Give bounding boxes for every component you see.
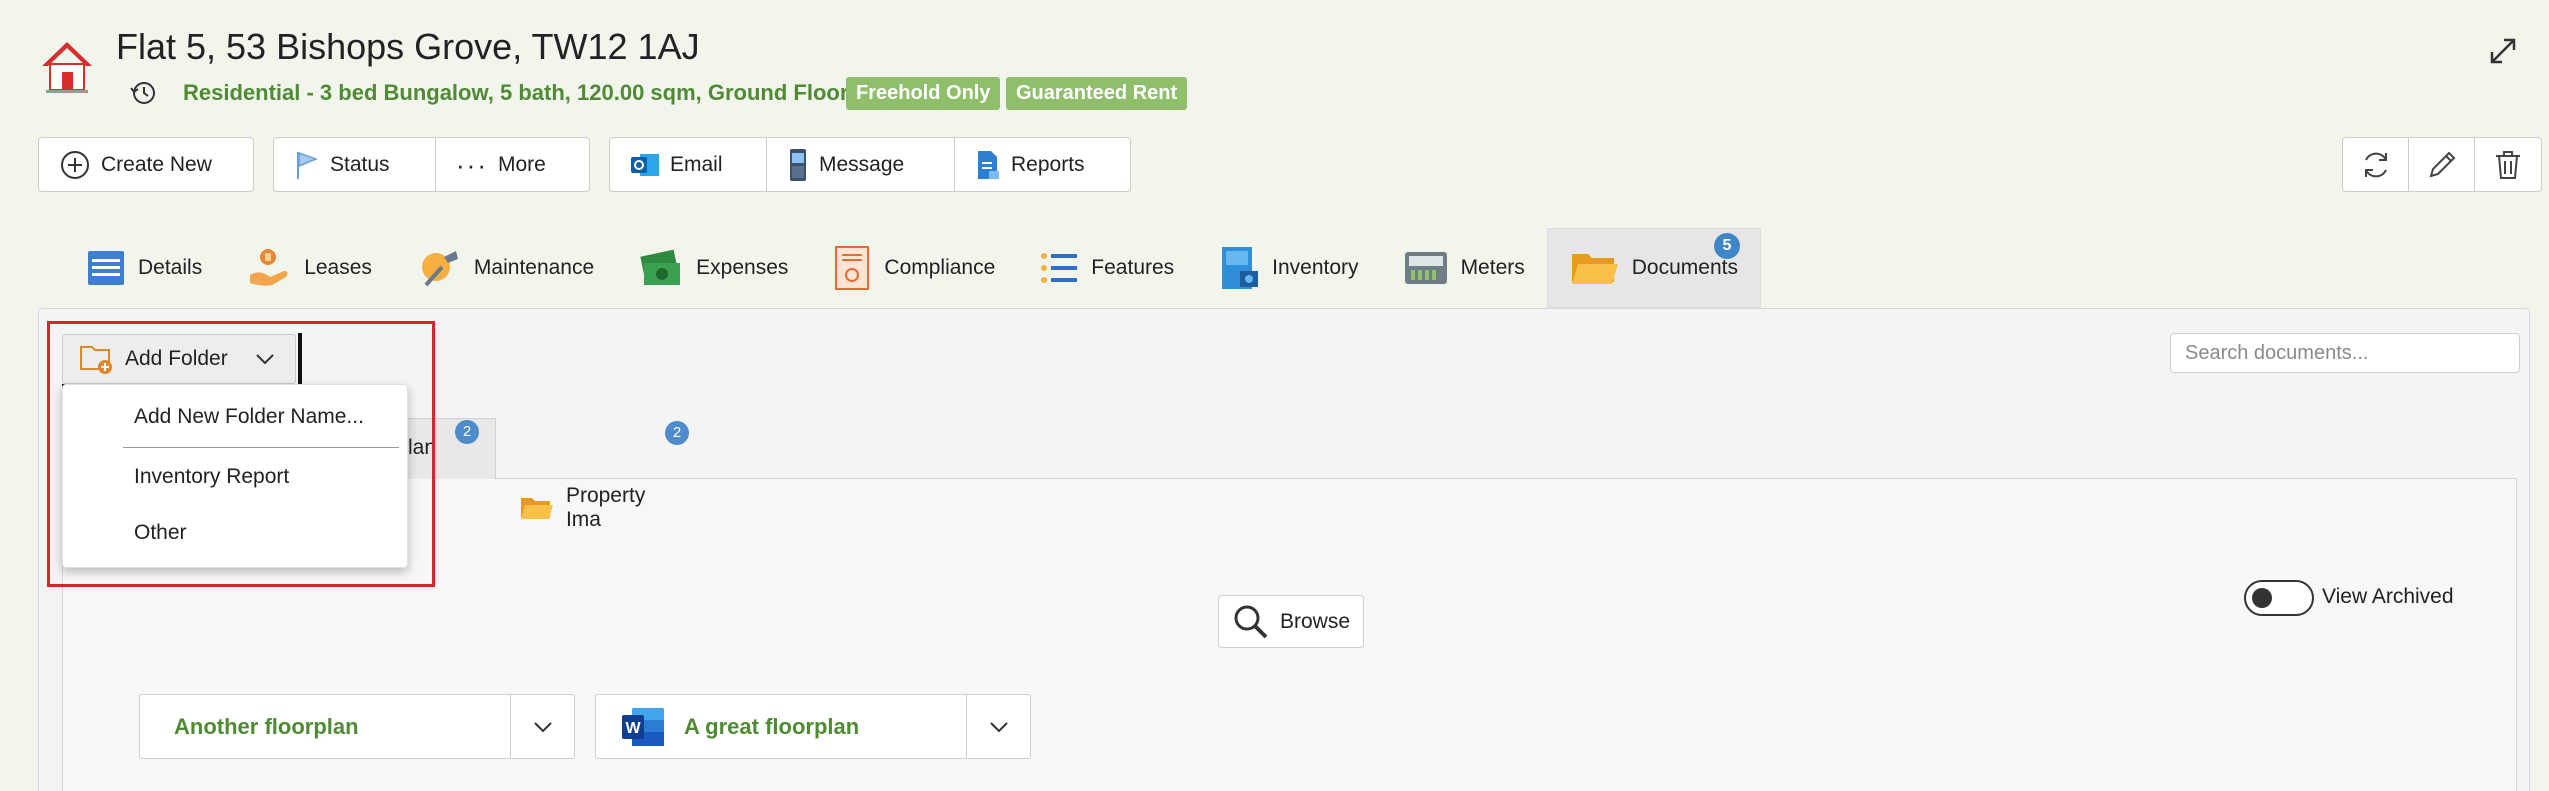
browse-button[interactable]: Browse	[1218, 595, 1364, 648]
email-label: Email	[670, 152, 723, 176]
tab-meters-label: Meters	[1460, 256, 1525, 279]
chevron-down-icon	[533, 721, 552, 732]
property-subtitle: Residential - 3 bed Bungalow, 5 bath, 12…	[183, 80, 849, 105]
maintenance-icon	[421, 251, 458, 287]
plus-circle-icon	[61, 150, 89, 179]
inventory-icon	[1222, 247, 1259, 289]
house-icon	[38, 38, 96, 96]
document-name: A great floorplan	[684, 713, 860, 739]
tab-features-label: Features	[1091, 256, 1175, 279]
meters-icon	[1404, 252, 1447, 284]
subtab-property-images[interactable]: Property Ima	[520, 478, 686, 538]
view-archived-toggle[interactable]	[2244, 580, 2314, 616]
document-menu-button[interactable]	[966, 695, 1030, 758]
subtab-property-images-label: Property Ima	[565, 484, 646, 531]
tab-details-label: Details	[138, 256, 203, 279]
history-icon[interactable]	[128, 78, 158, 108]
record-actions-group	[2342, 137, 2542, 192]
document-name: Another floorplan	[174, 713, 359, 739]
edit-button[interactable]	[2409, 138, 2475, 191]
tab-meters[interactable]: Meters	[1381, 228, 1547, 308]
word-icon: W	[622, 707, 664, 746]
tab-maintenance[interactable]: Maintenance	[394, 228, 616, 308]
expand-icon[interactable]	[2486, 34, 2520, 68]
subtab-floorplan[interactable]: lan 2	[408, 418, 2549, 478]
tab-compliance-label: Compliance	[884, 256, 996, 279]
message-button[interactable]: Message	[767, 138, 955, 191]
tab-details[interactable]: Details	[64, 228, 224, 308]
highlight-box	[47, 321, 435, 587]
create-new-button[interactable]: Create New	[39, 138, 232, 191]
status-label: Status	[330, 152, 390, 176]
delete-button[interactable]	[2475, 138, 2541, 191]
comms-group: Email Message Reports	[609, 137, 1131, 192]
folder-icon	[1571, 254, 1618, 284]
reports-label: Reports	[1011, 152, 1085, 176]
phone-icon	[790, 148, 806, 181]
trash-icon	[2496, 150, 2520, 179]
refresh-button[interactable]	[2343, 138, 2409, 191]
create-new-label: Create New	[101, 152, 212, 176]
record-tabs: Details Leases Maintenance Expenses Comp…	[64, 228, 1761, 308]
tab-inventory-label: Inventory	[1272, 256, 1359, 279]
search-documents-input[interactable]	[2170, 333, 2520, 373]
toggle-knob	[2252, 588, 2272, 608]
svg-text:W: W	[625, 720, 641, 737]
tab-features[interactable]: Features	[1017, 228, 1196, 308]
view-archived-label: View Archived	[2322, 585, 2454, 608]
details-icon	[88, 251, 124, 285]
floorplan-count-badge: 2	[455, 420, 479, 444]
more-button[interactable]: ··· More	[436, 138, 566, 191]
outlook-icon	[631, 153, 659, 176]
status-more-group: Status ··· More	[273, 137, 590, 192]
more-label: More	[497, 152, 546, 176]
leases-icon	[250, 249, 288, 286]
reports-button[interactable]: Reports	[955, 138, 1105, 191]
tab-compliance[interactable]: Compliance	[810, 228, 1017, 308]
status-button[interactable]: Status	[274, 138, 436, 191]
tab-leases-label: Leases	[304, 256, 372, 279]
tab-expenses-label: Expenses	[696, 256, 789, 279]
tab-inventory[interactable]: Inventory	[1196, 228, 1380, 308]
document-card[interactable]: W A great floorplan	[595, 694, 1031, 759]
documents-count-badge: 5	[1713, 233, 1740, 259]
page-title: Flat 5, 53 Bishops Grove, TW12 1AJ	[116, 26, 700, 67]
report-icon	[978, 150, 999, 179]
tab-leases[interactable]: Leases	[224, 228, 394, 308]
create-new-group: Create New	[38, 137, 254, 192]
document-card[interactable]: Another floorplan	[139, 694, 575, 759]
tab-expenses[interactable]: Expenses	[616, 228, 810, 308]
refresh-icon	[2364, 152, 2387, 177]
tab-maintenance-label: Maintenance	[473, 256, 595, 279]
expenses-icon	[640, 249, 681, 285]
search-icon	[1234, 605, 1268, 638]
tab-documents-label: Documents	[1631, 256, 1738, 279]
property-images-count-badge: 2	[665, 421, 689, 445]
message-label: Message	[819, 152, 905, 176]
compliance-icon	[835, 246, 870, 290]
document-menu-button[interactable]	[510, 695, 574, 758]
pencil-icon	[2429, 151, 2455, 177]
guaranteed-rent-badge: Guaranteed Rent	[1006, 77, 1188, 110]
chevron-down-icon	[989, 721, 1008, 732]
email-button[interactable]: Email	[610, 138, 767, 191]
tab-documents[interactable]: Documents 5	[1546, 228, 1761, 308]
features-icon	[1041, 253, 1078, 283]
browse-label: Browse	[1279, 609, 1351, 633]
more-dots-icon: ···	[456, 149, 488, 180]
flag-icon	[297, 151, 319, 179]
folder-icon	[520, 498, 553, 519]
freehold-badge: Freehold Only	[846, 77, 1001, 110]
